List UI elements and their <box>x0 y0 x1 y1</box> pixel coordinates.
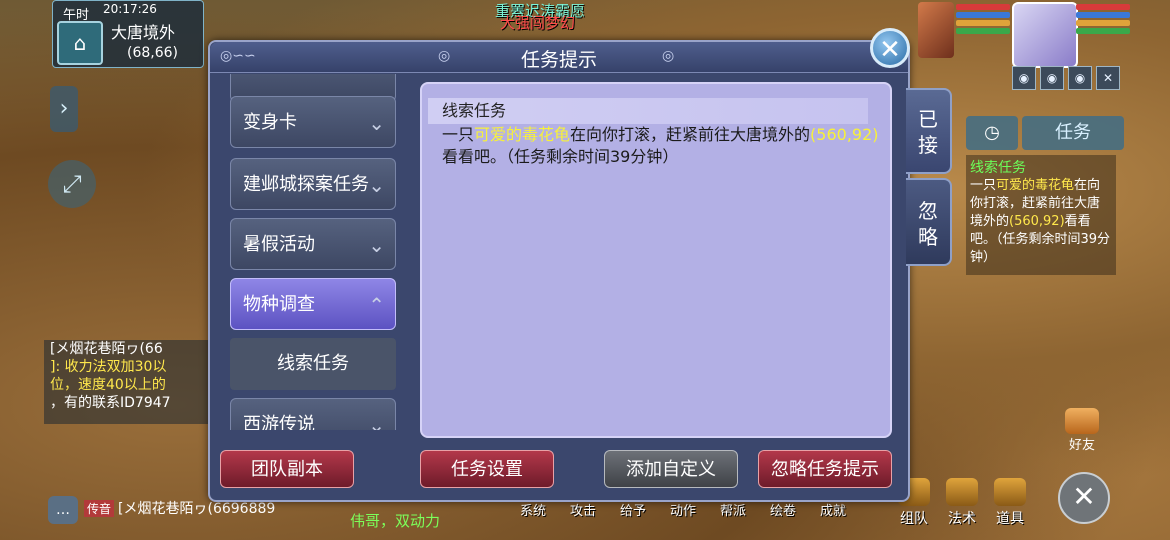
chat-line: ]: 收力法双加30以 <box>50 359 167 375</box>
buff-icon[interactable]: ◉ <box>1012 66 1036 90</box>
task-content-panel: 线索任务 一只可爱的毒花龟在向你打滚，赶紧前往大唐境外的(560,92)看看吧。… <box>420 82 892 438</box>
tracker-title: 线索任务 <box>970 160 1026 176</box>
buff-icon[interactable]: ✕ <box>1096 66 1120 90</box>
right-menu: 组队 法术 道具 <box>890 478 1034 528</box>
chevron-up-icon: ⌃ <box>368 293 385 317</box>
dialog-header: ◎∽∽ ◎ 任务提示 ◎ <box>210 42 908 73</box>
task-heading: 线索任务 <box>428 98 868 124</box>
chevron-down-icon: ⌄ <box>368 173 385 197</box>
target-name-link[interactable]: 可爱的毒花龟 <box>474 125 570 144</box>
category-item[interactable]: 建邺城探案任务 ⌄ <box>230 158 396 210</box>
minimap-icon[interactable]: ⌂ <box>57 21 103 65</box>
bag-icon <box>994 478 1026 506</box>
hud-time-panel: 午时 20:17:26 ⌂ 大唐境外 (68,66) <box>52 0 204 68</box>
menu-scroll[interactable]: 绘卷 <box>758 500 808 519</box>
category-item-active[interactable]: 物种调查 ⌃ <box>230 278 396 330</box>
items-button[interactable]: 道具 <box>986 478 1034 528</box>
pet-portrait[interactable] <box>918 2 954 58</box>
team-dungeon-button[interactable]: 团队副本 <box>220 450 354 488</box>
add-custom-button[interactable]: 添加自定义 <box>604 450 738 488</box>
chevron-down-icon: ⌄ <box>368 233 385 257</box>
chat-panel[interactable]: [メ烟花巷陌ヮ(66 ]: 收力法双加30以 位，速度40以上的 ，有的联系ID… <box>44 340 214 424</box>
menu-give[interactable]: 给予 <box>608 500 658 519</box>
menu-guild[interactable]: 帮派 <box>708 500 758 519</box>
friends-icon <box>1065 408 1099 434</box>
dialog-title: 任务提示 <box>520 49 597 71</box>
category-item[interactable]: 暑假活动 ⌄ <box>230 218 396 270</box>
map-name[interactable]: 大唐境外 <box>111 19 175 43</box>
skill-icon <box>946 478 978 506</box>
clock-text: 20:17:26 <box>103 2 157 16</box>
tracker-body: 一只可爱的毒花龟在向你打滚，赶紧前往大唐境外的(560,92)看看吧。（任务剩余… <box>970 178 1111 265</box>
fullscreen-icon[interactable]: ⤢ <box>48 160 96 208</box>
player-portrait[interactable] <box>1012 2 1078 68</box>
buff-icon[interactable]: ◉ <box>1068 66 1092 90</box>
quest-tracker[interactable]: 线索任务 一只可爱的毒花龟在向你打滚，赶紧前往大唐境外的(560,92)看看吧。… <box>966 155 1116 275</box>
expand-arrow-icon[interactable]: › <box>50 86 78 132</box>
chat-green-line: 伟哥，双动力 <box>350 512 441 530</box>
menu-achievement[interactable]: 成就 <box>808 500 858 519</box>
close-menu-icon[interactable]: ✕ <box>1058 472 1110 524</box>
event-subtitle: 大强闯梦幻 <box>500 14 576 32</box>
chevron-down-icon: ⌄ <box>368 111 385 135</box>
chat-line: ，有的联系ID7947 <box>50 395 171 411</box>
bottom-menu: 系统 攻击 给予 动作 帮派 绘卷 成就 <box>508 500 858 519</box>
menu-system[interactable]: 系统 <box>508 500 558 519</box>
tab-accepted[interactable]: 已接 <box>906 88 952 174</box>
buff-icon[interactable]: ◉ <box>1040 66 1064 90</box>
task-hint-dialog: ◎∽∽ ◎ 任务提示 ◎ 变身卡 变身卡⌄ 建邺城探案任务⌄ 暑假活动⌄ 物种调… <box>208 40 910 502</box>
player-status-bars <box>1076 2 1130 36</box>
close-icon[interactable]: ✕ <box>870 28 910 68</box>
menu-action[interactable]: 动作 <box>658 500 708 519</box>
timer-icon[interactable]: ◷ <box>966 116 1018 150</box>
task-settings-button[interactable]: 任务设置 <box>420 450 554 488</box>
tab-task[interactable]: 任务 <box>1022 116 1124 150</box>
skill-button[interactable]: 法术 <box>938 478 986 528</box>
menu-attack[interactable]: 攻击 <box>558 500 608 519</box>
chevron-down-icon: ⌄ <box>368 413 385 430</box>
category-item[interactable]: 变身卡 ⌄ <box>230 96 396 148</box>
category-item[interactable]: 西游传说 ⌄ <box>230 398 396 430</box>
friends-button[interactable]: 好友 <box>1060 408 1104 453</box>
pet-status-bars <box>956 2 1010 36</box>
chat-line: [メ烟花巷陌ヮ(66 <box>50 341 163 357</box>
ignore-hint-button[interactable]: 忽略任务提示 <box>758 450 892 488</box>
swirl-ornament-icon: ◎ <box>662 48 675 64</box>
coordinate-link[interactable]: (560,92) <box>810 125 878 144</box>
subcategory-item[interactable]: 线索任务 <box>230 338 396 390</box>
task-description: 一只可爱的毒花龟在向你打滚，赶紧前往大唐境外的(560,92)看看吧。（任务剩余… <box>442 125 879 166</box>
tracker-tabs: ◷ 任务 <box>966 116 1126 152</box>
tab-ignored[interactable]: 忽略 <box>906 178 952 266</box>
category-list[interactable]: 变身卡 变身卡⌄ 建邺城探案任务⌄ 暑假活动⌄ 物种调查⌃ 线索任务 西游传说⌄ <box>210 74 410 430</box>
chat-line: 位，速度40以上的 <box>50 377 166 393</box>
coordinates: (68,66) <box>127 45 179 61</box>
status-effects: ◉ ◉ ◉ ✕ <box>1012 66 1124 90</box>
chat-icon[interactable]: … <box>48 496 78 524</box>
